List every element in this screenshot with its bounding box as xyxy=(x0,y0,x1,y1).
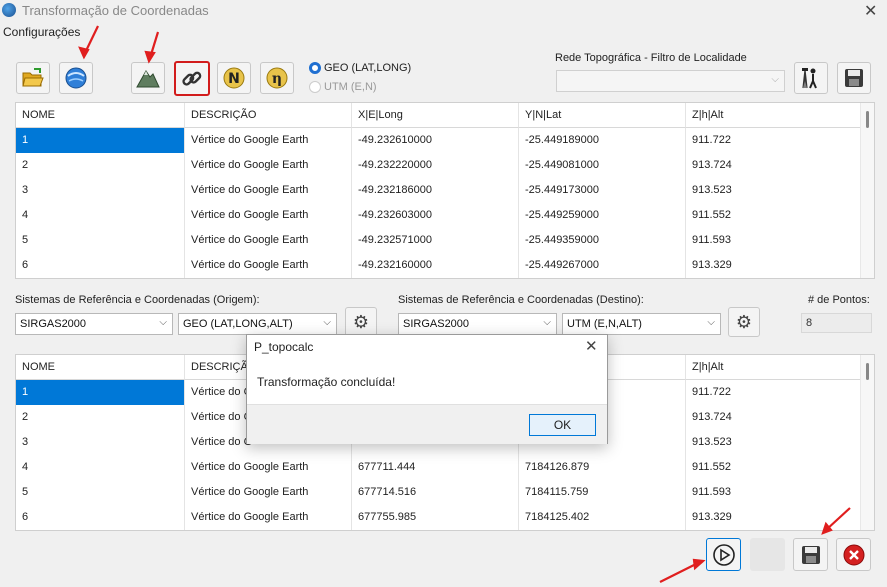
annotation-arrows xyxy=(78,25,851,583)
